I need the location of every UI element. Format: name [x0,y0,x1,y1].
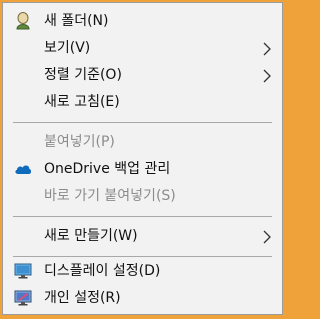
menu-item-label: 정렬 기준(O) [44,67,122,83]
menu-item-display-settings[interactable]: 디스플레이 설정(D) [4,259,281,283]
menu-item-paste-shortcut: 바로 가기 붙여넣기(S) [4,184,281,208]
menu-item-view[interactable]: 보기(V) [4,36,281,60]
menu-item-label: 보기(V) [44,40,91,56]
menu-item-label: 붙여넣기(P) [44,134,115,150]
onedrive-cloud-icon [14,160,32,178]
menu-item-label: 새 폴더(N) [44,13,109,29]
menu-item-label: 새로 만들기(W) [44,228,138,244]
menu-item-label: 새로 고침(E) [44,94,120,110]
chevron-right-icon [261,68,273,83]
menu-separator [13,216,272,217]
menu-item-label: 바로 가기 붙여넣기(S) [44,188,176,204]
menu-item-onedrive-backup[interactable]: OneDrive 백업 관리 [4,157,281,181]
chevron-right-icon [261,41,273,56]
menu-item-sort-by[interactable]: 정렬 기준(O) [4,63,281,87]
menu-separator [13,256,272,257]
personalize-icon [14,289,32,307]
menu-item-refresh[interactable]: 새로 고침(E) [4,90,281,114]
display-settings-icon [14,262,32,280]
menu-item-label: OneDrive 백업 관리 [44,161,171,177]
person-icon [14,12,32,30]
menu-item-new[interactable]: 새로 만들기(W) [4,224,281,248]
menu-separator [13,122,272,123]
chevron-right-icon [261,229,273,244]
menu-item-paste: 붙여넣기(P) [4,130,281,154]
menu-item-label: 개인 설정(R) [44,290,121,306]
context-menu: 새 폴더(N) 보기(V) 정렬 기준(O) 새로 고침(E) 붙여넣기(P) … [2,2,283,315]
menu-item-new-folder[interactable]: 새 폴더(N) [4,9,281,33]
menu-item-label: 디스플레이 설정(D) [44,263,161,279]
menu-item-personalize[interactable]: 개인 설정(R) [4,286,281,310]
